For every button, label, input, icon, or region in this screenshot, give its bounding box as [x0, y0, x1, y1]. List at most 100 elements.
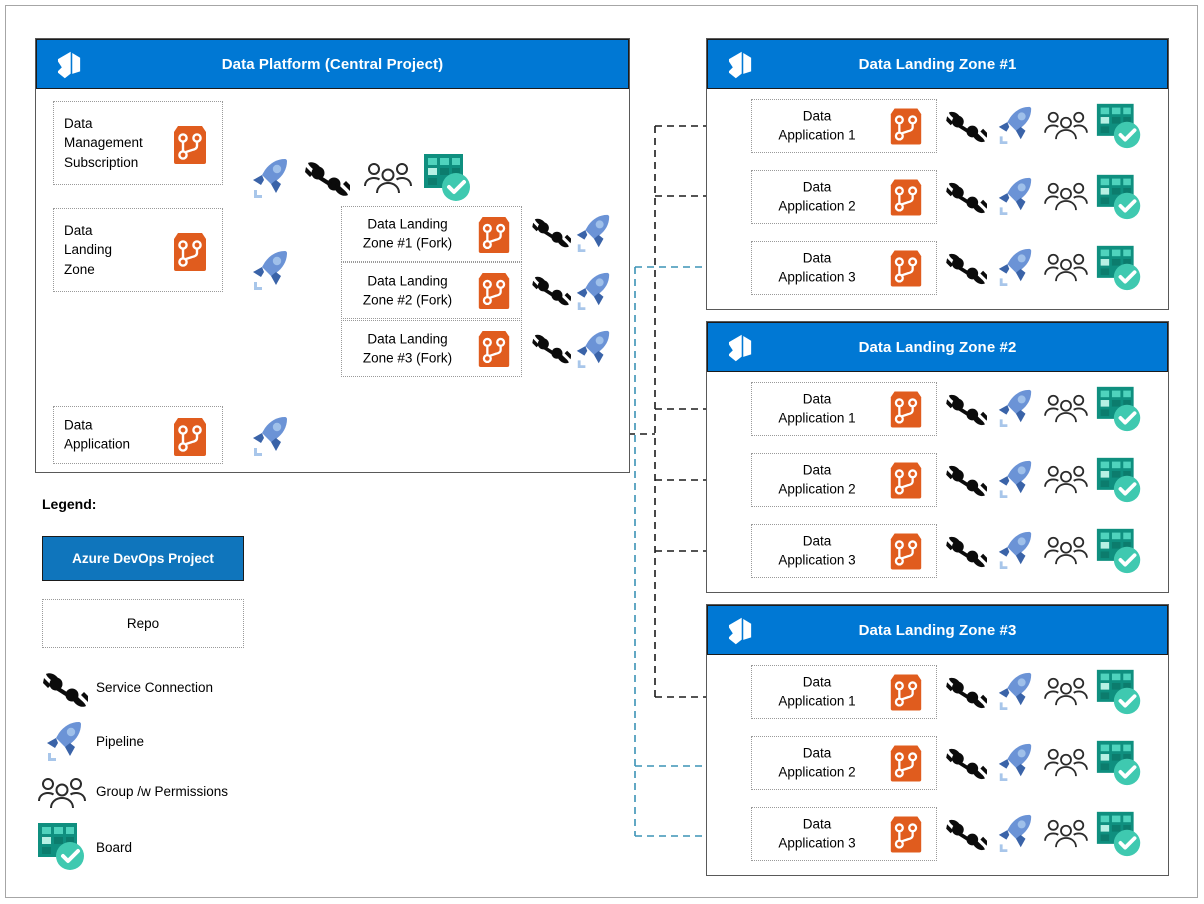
repo-box-data-landing-zone[interactable]: Data Landing Zone	[53, 208, 223, 292]
pipeline-icon	[43, 718, 85, 764]
repo-label: Data Landing Zone #3 (Fork)	[362, 331, 453, 366]
group-permissions-icon	[1044, 535, 1088, 565]
central-panel-header: Data Platform (Central Project)	[36, 39, 629, 89]
pipeline-icon	[249, 413, 291, 459]
repo-label: Data Application 2	[778, 745, 856, 780]
pipeline-icon	[995, 811, 1035, 855]
group-permissions-icon	[1044, 393, 1088, 423]
group-permissions-icon	[1044, 181, 1088, 211]
repo-label: Data Landing Zone	[64, 223, 113, 277]
repo-box-dlz2-app1[interactable]: Data Application 1	[751, 382, 937, 436]
board-icon	[1095, 455, 1144, 504]
service-connection-icon	[945, 392, 987, 428]
pipeline-icon	[995, 528, 1035, 572]
repo-box-data-management-subscription[interactable]: Data Management Subscription	[53, 101, 223, 185]
legend-azure-devops-project-box: Azure DevOps Project	[42, 536, 244, 581]
repo-icon	[475, 215, 513, 255]
pipeline-icon	[995, 386, 1035, 430]
repo-box-dlz1-app3[interactable]: Data Application 3	[751, 241, 937, 295]
diagram-canvas: Fork Fork Data Platform (Central Project…	[0, 0, 1204, 904]
panel-data-landing-zone-2[interactable]: Data Landing Zone #2 Data Application 1 D…	[706, 321, 1169, 593]
repo-label: Data Application 3	[778, 250, 856, 285]
repo-label: Data Application	[64, 417, 131, 452]
pipeline-icon	[995, 669, 1035, 713]
repo-icon	[170, 416, 210, 458]
pipeline-icon	[573, 327, 613, 371]
panel-central-project[interactable]: Data Platform (Central Project) Data Mana…	[35, 38, 630, 473]
pipeline-icon	[995, 740, 1035, 784]
repo-box-dlz1-app1[interactable]: Data Application 1	[751, 99, 937, 153]
repo-box-dlz3-app1[interactable]: Data Application 1	[751, 665, 937, 719]
repo-label: Data Application 3	[778, 533, 856, 568]
board-icon	[36, 820, 88, 872]
repo-box-dlz3-app3[interactable]: Data Application 3	[751, 807, 937, 861]
service-connection-icon	[945, 180, 987, 216]
legend-repo-box: Repo	[42, 599, 244, 648]
repo-label: Data Application 2	[778, 179, 856, 214]
service-connection-icon	[531, 274, 571, 308]
service-connection-icon	[42, 670, 88, 710]
service-connection-icon	[531, 332, 571, 366]
repo-label: Data Application 3	[778, 816, 856, 851]
repo-icon	[887, 672, 925, 713]
repo-box-dlz-fork-2[interactable]: Data Landing Zone #2 (Fork)	[341, 262, 522, 319]
legend-title: Legend:	[42, 496, 97, 512]
group-permissions-icon	[364, 161, 412, 194]
repo-icon	[887, 814, 925, 855]
repo-icon	[170, 124, 210, 166]
pipeline-icon	[995, 103, 1035, 147]
legend-label-board: Board	[96, 840, 133, 855]
repo-box-dlz3-app2[interactable]: Data Application 2	[751, 736, 937, 790]
repo-label: Data Application 1	[778, 674, 856, 709]
repo-box-dlz2-app2[interactable]: Data Application 2	[751, 453, 937, 507]
group-permissions-icon	[1044, 747, 1088, 777]
panel-data-landing-zone-1[interactable]: Data Landing Zone #1 Data Application 1 D…	[706, 38, 1169, 310]
repo-label: Data Application 1	[778, 108, 856, 143]
legend-label-group-permissions: Group /w Permissions	[96, 784, 229, 799]
panel-data-landing-zone-3[interactable]: Data Landing Zone #3 Data Application 1 D…	[706, 604, 1169, 876]
group-permissions-icon	[1044, 252, 1088, 282]
service-connection-icon	[945, 109, 987, 145]
pipeline-icon	[995, 245, 1035, 289]
repo-icon	[887, 106, 925, 147]
service-connection-icon	[304, 159, 350, 199]
dlz1-header: Data Landing Zone #1	[707, 39, 1168, 89]
repo-icon	[887, 460, 925, 501]
service-connection-icon	[945, 534, 987, 570]
repo-label: Data Landing Zone #1 (Fork)	[362, 216, 453, 251]
pipeline-icon	[573, 269, 613, 313]
board-icon	[422, 151, 474, 203]
dlz2-header: Data Landing Zone #2	[707, 322, 1168, 372]
legend-label-service-connection: Service Connection	[96, 680, 214, 695]
repo-label: Data Application 2	[778, 462, 856, 497]
repo-box-dlz-fork-3[interactable]: Data Landing Zone #3 (Fork)	[341, 320, 522, 377]
repo-box-data-application[interactable]: Data Application	[53, 406, 223, 464]
legend-label-pipeline: Pipeline	[96, 734, 145, 749]
board-icon	[1095, 667, 1144, 716]
dlz3-header: Data Landing Zone #3	[707, 605, 1168, 655]
repo-icon	[887, 389, 925, 430]
repo-label: Data Application 1	[778, 391, 856, 426]
repo-box-dlz-fork-1[interactable]: Data Landing Zone #1 (Fork)	[341, 206, 522, 262]
service-connection-icon	[945, 817, 987, 853]
repo-icon	[887, 248, 925, 289]
repo-box-dlz2-app3[interactable]: Data Application 3	[751, 524, 937, 578]
board-icon	[1095, 738, 1144, 787]
pipeline-icon	[995, 457, 1035, 501]
pipeline-icon	[995, 174, 1035, 218]
repo-box-dlz1-app2[interactable]: Data Application 2	[751, 170, 937, 224]
service-connection-icon	[945, 463, 987, 499]
dlz3-title: Data Landing Zone #3	[858, 621, 1017, 639]
service-connection-icon	[945, 746, 987, 782]
service-connection-icon	[945, 675, 987, 711]
central-panel-title: Data Platform (Central Project)	[221, 55, 444, 73]
repo-icon	[887, 177, 925, 218]
board-icon	[1095, 809, 1144, 858]
repo-label: Data Landing Zone #2 (Fork)	[362, 273, 453, 308]
repo-icon	[475, 271, 513, 311]
service-connection-icon	[531, 216, 571, 250]
dlz1-title: Data Landing Zone #1	[858, 55, 1017, 73]
service-connection-icon	[945, 251, 987, 287]
group-permissions-icon	[1044, 110, 1088, 140]
board-icon	[1095, 243, 1144, 292]
